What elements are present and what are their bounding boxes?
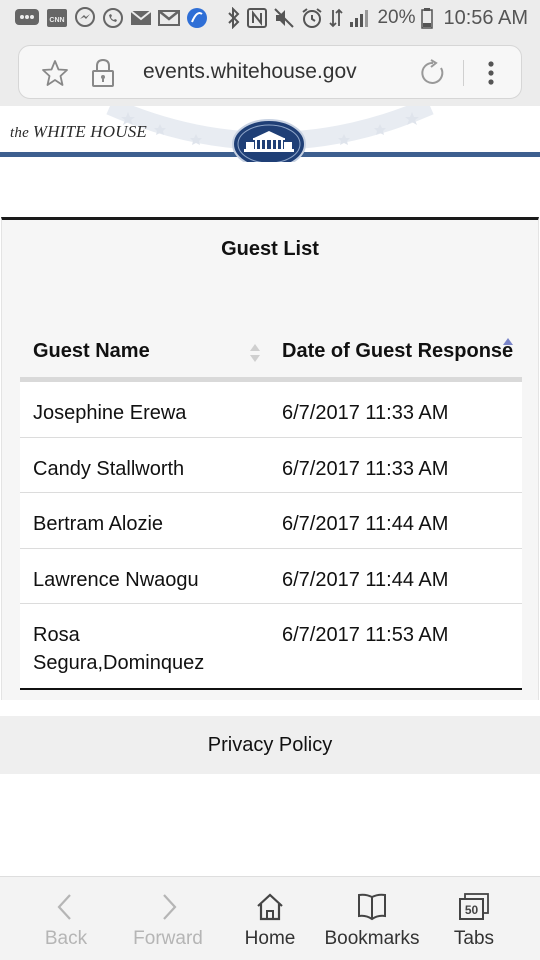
guest-name-cell: Lawrence Nwaogu: [33, 568, 199, 591]
nfc-icon: [247, 7, 268, 29]
table-row: Lawrence Nwaogu 6/7/2017 11:44 AM: [20, 549, 522, 604]
battery-icon: [421, 7, 434, 29]
bookmarks-label: Bookmarks: [324, 928, 420, 949]
home-button[interactable]: Home: [216, 877, 324, 960]
guest-list-title: Guest List: [221, 238, 319, 260]
messages-icon: [14, 8, 40, 28]
more-options-icon[interactable]: [481, 58, 501, 88]
site-logo-prefix: the: [10, 125, 29, 141]
messenger-icon: [74, 7, 96, 29]
site-logo-name: WHITE HOUSE: [32, 122, 147, 141]
response-date-cell: 6/7/2017 11:44 AM: [282, 568, 449, 591]
forward-button[interactable]: Forward: [114, 877, 222, 960]
guest-name-cell: Bertram Alozie: [33, 513, 164, 535]
address-bar-divider: [463, 60, 464, 86]
sort-both-icon[interactable]: [249, 342, 261, 364]
svg-text:CNN: CNN: [49, 17, 64, 24]
url-text[interactable]: events.whitehouse.gov: [143, 60, 357, 84]
table-row: Bertram Alozie 6/7/2017 11:44 AM: [20, 493, 522, 549]
lock-icon[interactable]: [91, 58, 115, 88]
reload-icon[interactable]: [419, 59, 447, 87]
gmail-icon: [158, 9, 180, 27]
privacy-policy-link[interactable]: Privacy Policy: [208, 734, 332, 757]
tabs-icon: 50: [459, 893, 489, 920]
signal-icon: [349, 8, 371, 28]
browser-bottom-nav: Back Forward Home Bookmarks 50 Tabs: [0, 876, 540, 960]
browser-toolbar: events.whitehouse.gov: [0, 36, 540, 106]
email-icon: [130, 9, 152, 27]
forward-label: Forward: [133, 928, 203, 949]
table-row: Candy Stallworth 6/7/2017 11:33 AM: [20, 438, 522, 493]
guest-list-table: Guest Name Date of Guest Response Joseph…: [20, 316, 522, 690]
table-row: Josephine Erewa 6/7/2017 11:33 AM: [20, 382, 522, 438]
mute-icon: [273, 7, 295, 29]
status-bar: CNN 20% 10:56 AM: [0, 0, 540, 36]
footer: Privacy Policy: [0, 716, 540, 774]
bookmarks-button[interactable]: Bookmarks: [318, 877, 426, 960]
notification-icons: CNN: [14, 7, 208, 29]
bookmark-star-icon[interactable]: [41, 59, 69, 87]
back-arrow-icon: [57, 894, 71, 920]
response-date-cell: 6/7/2017 11:53 AM: [282, 624, 449, 646]
sort-ascending-icon[interactable]: [502, 336, 514, 358]
forward-arrow-icon: [163, 894, 177, 920]
alarm-icon: [301, 7, 323, 29]
response-date-cell: 6/7/2017 11:33 AM: [282, 402, 449, 424]
home-icon: [257, 893, 283, 921]
tab-count: 50: [465, 903, 479, 917]
guest-name-cell: Rosa Segura,Dominquez: [33, 624, 205, 674]
bluetooth-icon: [227, 7, 241, 29]
response-date-cell: 6/7/2017 11:44 AM: [282, 513, 449, 535]
table-row: Rosa Segura,Dominquez 6/7/2017 11:53 AM: [20, 604, 522, 688]
guest-list-panel: Guest List Guest Name Date of Guest Resp…: [1, 217, 539, 700]
home-label: Home: [244, 928, 296, 949]
site-logo[interactable]: the WHITE HOUSE: [10, 122, 147, 142]
whatsapp-icon: [102, 7, 124, 29]
address-bar[interactable]: events.whitehouse.gov: [18, 45, 522, 99]
table-header: Guest Name Date of Guest Response: [20, 316, 522, 382]
guest-name-cell: Josephine Erewa: [33, 402, 187, 424]
back-label: Back: [44, 928, 88, 949]
site-header: the WHITE HOUSE: [0, 106, 540, 162]
white-house-seal-icon[interactable]: [232, 118, 306, 162]
back-button[interactable]: Back: [12, 877, 120, 960]
clock: 10:56 AM: [443, 6, 528, 29]
system-status: 20% 10:56 AM: [227, 7, 528, 30]
response-date-cell: 6/7/2017 11:33 AM: [282, 457, 449, 480]
table-body: Josephine Erewa 6/7/2017 11:33 AM Candy …: [20, 382, 522, 690]
cnn-icon: CNN: [46, 8, 68, 28]
tabs-label: Tabs: [453, 928, 495, 949]
tabs-button[interactable]: 50 Tabs: [420, 877, 528, 960]
column-header-guest-name[interactable]: Guest Name: [33, 340, 150, 363]
browser-app-icon: [186, 7, 208, 29]
data-icon: [329, 7, 344, 29]
battery-percent: 20%: [377, 7, 416, 28]
guest-name-cell: Candy Stallworth: [33, 457, 185, 480]
column-header-response-date[interactable]: Date of Guest Response: [282, 340, 513, 363]
bookmarks-book-icon: [358, 893, 386, 921]
